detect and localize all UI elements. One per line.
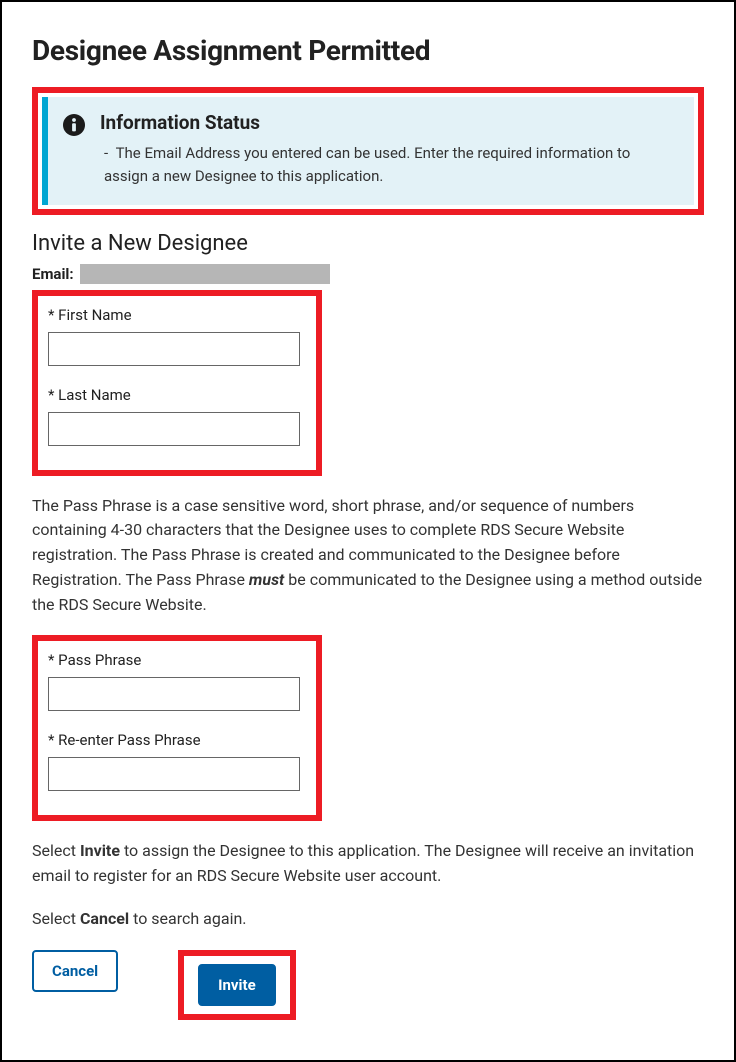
alert-dash: - (104, 144, 112, 162)
invite-help-text: Select Invite to assign the Designee to … (32, 839, 704, 889)
cancel-help-text: Select Cancel to search again. (32, 907, 704, 932)
info-icon (62, 113, 86, 137)
invite-help-pre: Select (32, 841, 80, 860)
page-frame: Designee Assignment Permitted Informatio… (0, 0, 736, 1062)
alert-highlight: Information Status - The Email Address y… (32, 87, 704, 215)
invite-help-post: to assign the Designee to this applicati… (32, 841, 694, 885)
info-icon-wrap (62, 113, 86, 141)
reenter-pass-phrase-field: * Re-enter Pass Phrase (48, 731, 306, 791)
pass-phrase-field: * Pass Phrase (48, 651, 306, 711)
page-title: Designee Assignment Permitted (32, 34, 704, 67)
cancel-button[interactable]: Cancel (32, 950, 118, 992)
name-fields-highlight: * First Name * Last Name (32, 290, 322, 476)
invite-help-strong: Invite (80, 841, 120, 860)
pass-phrase-label: * Pass Phrase (48, 651, 306, 669)
alert-message: The Email Address you entered can be use… (104, 144, 630, 185)
email-redacted (80, 264, 330, 284)
section-title: Invite a New Designee (32, 231, 704, 256)
passphrase-fields-highlight: * Pass Phrase * Re-enter Pass Phrase (32, 635, 322, 821)
first-name-input[interactable] (48, 332, 300, 366)
pass-phrase-input[interactable] (48, 677, 300, 711)
last-name-field: * Last Name (48, 386, 306, 446)
cancel-help-strong: Cancel (80, 909, 129, 928)
alert-message-row: - The Email Address you entered can be u… (100, 142, 676, 189)
passphrase-help-text: The Pass Phrase is a case sensitive word… (32, 494, 704, 618)
passphrase-help-must: must (249, 570, 284, 589)
email-row: Email: (32, 264, 704, 284)
alert-heading: Information Status (100, 111, 676, 134)
cancel-help-pre: Select (32, 909, 80, 928)
email-label: Email: (32, 265, 74, 283)
reenter-pass-phrase-input[interactable] (48, 757, 300, 791)
first-name-field: * First Name (48, 306, 306, 366)
info-alert: Information Status - The Email Address y… (42, 97, 694, 205)
first-name-label: * First Name (48, 306, 306, 324)
last-name-label: * Last Name (48, 386, 306, 404)
reenter-pass-phrase-label: * Re-enter Pass Phrase (48, 731, 306, 749)
last-name-input[interactable] (48, 412, 300, 446)
cancel-help-post: to search again. (129, 909, 246, 928)
